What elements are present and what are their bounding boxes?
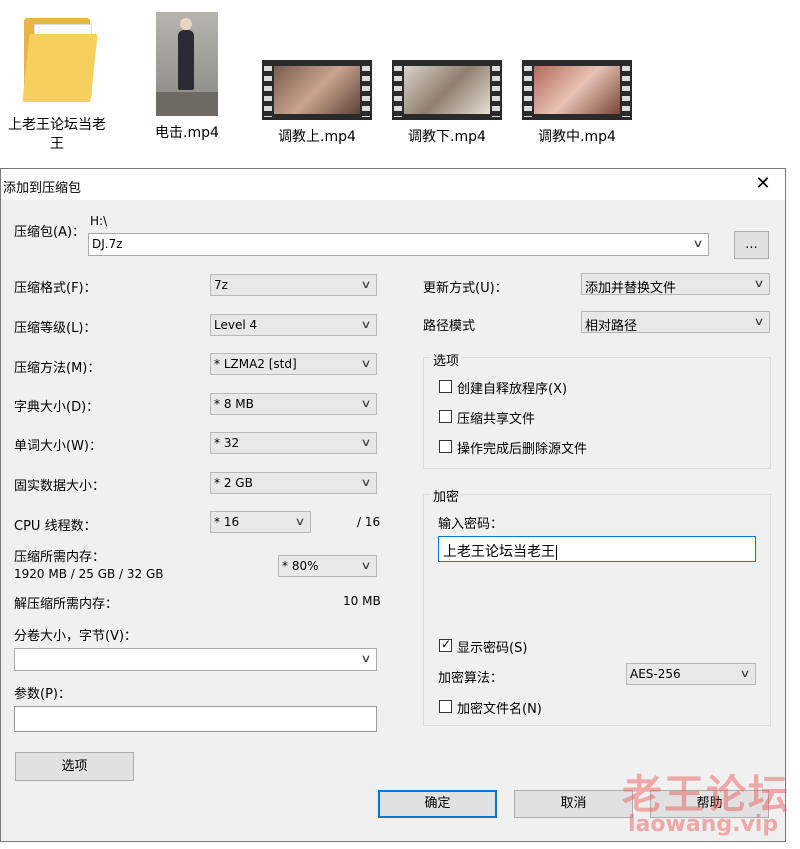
chevron-down-icon: ∨ xyxy=(360,559,372,572)
password-label: 输入密码： xyxy=(438,517,504,532)
mem-comp-label: 压缩所需内存： xyxy=(14,550,106,565)
password-input[interactable]: 上老王论坛当老王 xyxy=(438,536,756,562)
show-password-label: 显示密码(S) xyxy=(457,641,528,656)
file-name: 调教中.mp4 xyxy=(538,129,616,145)
chevron-down-icon: ∨ xyxy=(360,318,372,331)
archive-path: H:\ xyxy=(90,214,108,228)
cancel-button[interactable]: 取消 xyxy=(514,790,633,818)
file-name: 电击.mp4 xyxy=(155,125,219,141)
archive-name-value: DJ.7z xyxy=(92,237,123,251)
mem-comp-select[interactable]: * 80% ∨ xyxy=(278,555,377,577)
check-icon: ✓ xyxy=(441,637,452,651)
update-label: 更新方式(U)： xyxy=(423,281,508,296)
level-select[interactable]: Level 4 ∨ xyxy=(210,314,377,336)
pathmode-value: 相对路径 xyxy=(585,319,638,334)
chevron-down-icon: ∨ xyxy=(360,357,372,370)
video-film-icon xyxy=(522,60,632,120)
encryption-method-select[interactable]: AES-256 ∨ xyxy=(626,663,756,685)
dict-select[interactable]: * 8 MB ∨ xyxy=(210,393,377,415)
desktop-file-video-1[interactable]: 电击.mp4 xyxy=(132,12,242,143)
dict-value: * 8 MB xyxy=(214,397,254,411)
password-value: 上老王论坛当老王 xyxy=(443,544,555,560)
volume-combo[interactable]: ∨ xyxy=(14,648,377,671)
params-label: 参数(P)： xyxy=(14,687,71,702)
threads-value: * 16 xyxy=(214,515,240,529)
level-value: Level 4 xyxy=(214,318,258,332)
method-select[interactable]: * LZMA2 [std] ∨ xyxy=(210,353,377,375)
file-name: 调教下.mp4 xyxy=(408,129,486,145)
delete-source-checkbox[interactable] xyxy=(439,440,452,453)
pathmode-label: 路径模式 xyxy=(423,319,476,334)
watermark-url: laowang.vip xyxy=(628,812,779,837)
file-name: 调教上.mp4 xyxy=(278,129,356,145)
shared-label: 压缩共享文件 xyxy=(457,412,536,427)
threads-max: / 16 xyxy=(357,515,381,529)
solid-select[interactable]: * 2 GB ∨ xyxy=(210,472,377,494)
format-label: 压缩格式(F)： xyxy=(14,281,97,296)
sfx-checkbox[interactable] xyxy=(439,380,452,393)
chevron-down-icon: ∨ xyxy=(739,667,751,680)
show-password-checkbox[interactable]: ✓ xyxy=(439,637,452,652)
folder-icon xyxy=(20,10,98,102)
delete-source-label: 操作完成后删除源文件 xyxy=(457,442,588,457)
encrypt-names-checkbox[interactable] xyxy=(439,700,452,713)
archive-label: 压缩包(A)： xyxy=(14,225,86,240)
dialog-title: 添加到压缩包 xyxy=(3,181,82,196)
solid-value: * 2 GB xyxy=(214,476,253,490)
mem-comp-detail: 1920 MB / 25 GB / 32 GB xyxy=(14,567,164,581)
chevron-down-icon: ∨ xyxy=(753,315,765,328)
update-select[interactable]: 添加并替换文件 ∨ xyxy=(581,273,770,296)
mem-decomp-value: 10 MB xyxy=(343,594,381,608)
chevron-down-icon: ∨ xyxy=(294,515,306,528)
sfx-label: 创建自释放程序(X) xyxy=(457,382,568,397)
chevron-down-icon: ∨ xyxy=(360,397,372,410)
format-value: 7z xyxy=(214,278,228,292)
word-label: 单词大小(W)： xyxy=(14,439,102,454)
threads-label: CPU 线程数： xyxy=(14,519,97,534)
desktop-file-folder[interactable]: 上老王论坛当老王 xyxy=(2,10,112,154)
video-film-icon xyxy=(262,60,372,120)
method-value: * LZMA2 [std] xyxy=(214,357,297,371)
encryption-method-value: AES-256 xyxy=(630,667,681,681)
dict-label: 字典大小(D)： xyxy=(14,400,100,415)
desktop-file-video-2[interactable]: 调教上.mp4 xyxy=(262,60,372,147)
format-select[interactable]: 7z ∨ xyxy=(210,274,377,296)
word-value: * 32 xyxy=(214,436,240,450)
chevron-down-icon: ∨ xyxy=(360,476,372,489)
encryption-method-label: 加密算法： xyxy=(438,671,504,686)
chevron-down-icon: ∨ xyxy=(753,277,765,290)
chevron-down-icon: ∨ xyxy=(360,652,372,665)
text-cursor xyxy=(556,544,557,560)
level-label: 压缩等级(L)： xyxy=(14,321,97,336)
method-label: 压缩方法(M)： xyxy=(14,361,101,376)
threads-select[interactable]: * 16 ∨ xyxy=(210,511,311,533)
params-input[interactable] xyxy=(14,706,377,732)
add-to-archive-dialog: 添加到压缩包 ✕ 压缩包(A)： H:\ DJ.7z ∨ ... 压缩格式(F)… xyxy=(0,168,786,842)
ok-button[interactable]: 确定 xyxy=(378,790,497,818)
chevron-down-icon: ∨ xyxy=(692,237,704,250)
close-icon[interactable]: ✕ xyxy=(751,173,775,194)
browse-button[interactable]: ... xyxy=(734,231,769,259)
shared-checkbox[interactable] xyxy=(439,410,452,423)
options-group-title: 选项 xyxy=(431,350,462,369)
update-value: 添加并替换文件 xyxy=(585,281,677,296)
desktop-file-video-3[interactable]: 调教下.mp4 xyxy=(392,60,502,147)
title-bar: 添加到压缩包 ✕ xyxy=(1,169,785,200)
video-thumbnail-icon xyxy=(156,12,218,116)
chevron-down-icon: ∨ xyxy=(360,436,372,449)
archive-name-combo[interactable]: DJ.7z ∨ xyxy=(88,233,709,256)
video-film-icon xyxy=(392,60,502,120)
mem-decomp-label: 解压缩所需内存： xyxy=(14,597,119,612)
options-button[interactable]: 选项 xyxy=(15,752,134,781)
chevron-down-icon: ∨ xyxy=(360,278,372,291)
encrypt-names-label: 加密文件名(N) xyxy=(457,702,542,717)
solid-label: 固实数据大小： xyxy=(14,479,106,494)
file-name: 上老王论坛当老王 xyxy=(8,117,106,152)
desktop-file-video-4[interactable]: 调教中.mp4 xyxy=(522,60,632,147)
word-select[interactable]: * 32 ∨ xyxy=(210,432,377,454)
volume-label: 分卷大小，字节(V)： xyxy=(14,629,138,644)
mem-comp-value: * 80% xyxy=(282,559,319,573)
pathmode-select[interactable]: 相对路径 ∨ xyxy=(581,311,770,334)
encryption-group-title: 加密 xyxy=(431,486,462,505)
